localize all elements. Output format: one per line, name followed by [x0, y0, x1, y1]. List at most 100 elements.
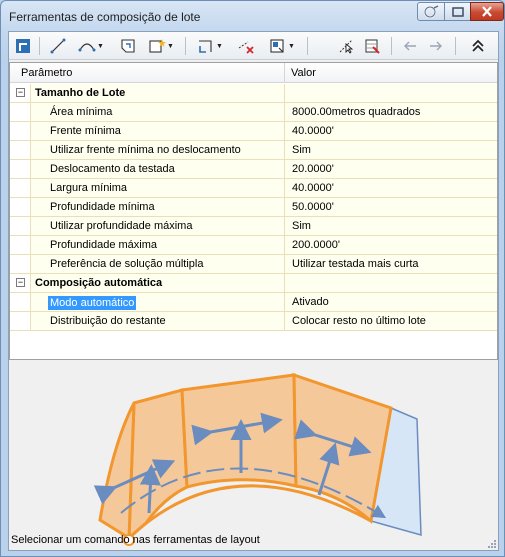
property-label: Preferência de solução múltipla	[50, 258, 204, 270]
maximize-icon	[451, 6, 464, 17]
toolbar-separator	[39, 37, 40, 55]
column-divider[interactable]	[284, 63, 285, 83]
property-value-cell[interactable]: Sim	[284, 217, 497, 235]
property-value-cell[interactable]: Sim	[284, 141, 497, 159]
lot-layout-diagram	[93, 372, 422, 546]
edit-parcel-dropdown-button[interactable]: ▼	[265, 36, 299, 56]
property-value[interactable]: 40.0000'	[292, 182, 334, 194]
property-row[interactable]: Frente mínima 40.0000'	[10, 122, 497, 141]
property-label-cell: Área mínima	[30, 103, 284, 121]
row-gutter: −	[10, 84, 30, 102]
row-gutter	[10, 236, 30, 254]
column-header-parameter[interactable]: Parâmetro	[21, 67, 72, 79]
property-label-cell: Profundidade mínima	[30, 198, 284, 216]
row-gutter	[10, 141, 30, 159]
property-value[interactable]: 40.0000'	[292, 125, 334, 137]
pick-subentity-button[interactable]	[335, 36, 357, 56]
collapse-panel-button[interactable]	[467, 36, 489, 56]
property-value[interactable]: Ativado	[292, 296, 329, 308]
property-value-cell[interactable]: Colocar resto no último lote	[284, 312, 497, 330]
property-value-cell[interactable]: 50.0000'	[284, 198, 497, 216]
row-gutter	[10, 198, 30, 216]
parcel-edit-icon	[270, 39, 284, 53]
property-row[interactable]: Deslocamento da testada 20.0000'	[10, 160, 497, 179]
collapse-toggle-icon[interactable]: −	[16, 278, 25, 287]
property-value-cell[interactable]: 40.0000'	[284, 179, 497, 197]
property-value-cell[interactable]: 200.0000'	[284, 236, 497, 254]
property-label: Utilizar frente mínima no deslocamento	[50, 144, 241, 156]
property-label: Deslocamento da testada	[50, 163, 175, 175]
parcel-star-icon	[149, 39, 167, 53]
lot-1-left	[98, 402, 136, 541]
add-vertex-dropdown-button[interactable]: ▼	[193, 36, 227, 56]
property-row[interactable]: Utilizar frente mínima no deslocamento Si…	[10, 141, 497, 160]
property-value-cell[interactable]: 40.0000'	[284, 122, 497, 140]
property-row[interactable]: Preferência de solução múltipla Utilizar …	[10, 255, 497, 274]
redo-button[interactable]	[425, 36, 447, 56]
lot-frontage-icon	[16, 39, 30, 53]
close-icon	[482, 6, 492, 17]
category-value-cell	[284, 84, 497, 102]
status-text: Selecionar um comando nas ferramentas de…	[11, 534, 260, 546]
chevron-down-icon: ▼	[167, 42, 174, 50]
property-label: Distribuição do restante	[50, 315, 166, 327]
property-label: Profundidade mínima	[50, 201, 155, 213]
slide-line-create-button[interactable]	[47, 36, 69, 56]
property-label-cell: Modo automático	[30, 293, 284, 311]
delete-vertex-button[interactable]	[235, 36, 257, 56]
slide-angle-dropdown-button[interactable]: ▼	[75, 36, 107, 56]
property-row-selected[interactable]: Modo automático Ativado	[10, 293, 497, 312]
property-value-cell[interactable]: Ativado	[284, 293, 497, 311]
property-value-cell[interactable]: Utilizar testada mais curta	[284, 255, 497, 273]
row-gutter	[10, 179, 30, 197]
free-form-create-button[interactable]	[117, 36, 139, 56]
close-button[interactable]	[470, 2, 504, 21]
maximize-button[interactable]	[444, 2, 471, 21]
property-row[interactable]: Profundidade máxima 200.0000'	[10, 236, 497, 255]
property-label-cell: Deslocamento da testada	[30, 160, 284, 178]
collapse-toggle-icon[interactable]: −	[16, 88, 25, 97]
chevron-down-icon: ▼	[97, 42, 104, 50]
property-row[interactable]: Distribuição do restante Colocar resto no…	[10, 312, 497, 331]
property-value[interactable]: 8000.00metros quadrados	[292, 106, 420, 118]
redo-arrow-icon	[430, 41, 442, 51]
property-value[interactable]: Sim	[292, 220, 311, 232]
property-value[interactable]: 50.0000'	[292, 201, 334, 213]
parcel-style-dropdown-button[interactable]: ▼	[145, 36, 177, 56]
row-gutter	[10, 160, 30, 178]
property-row[interactable]: Utilizar profundidade máxima Sim	[10, 217, 497, 236]
property-value[interactable]: 20.0000'	[292, 163, 334, 175]
preview-illustration-panel	[9, 363, 498, 549]
line-icon	[50, 38, 66, 54]
subentity-editor-button[interactable]	[361, 36, 383, 56]
property-value-cell[interactable]: 20.0000'	[284, 160, 497, 178]
category-title: Composição automática	[35, 277, 163, 289]
depth-arrow	[139, 464, 161, 514]
property-label-cell: Utilizar frente mínima no deslocamento	[30, 141, 284, 159]
category-row-composicao-automatica[interactable]: − Composição automática	[10, 274, 497, 293]
property-row[interactable]: Profundidade mínima 50.0000'	[10, 198, 497, 217]
parameter-grid: Parâmetro Valor − Tamanho de Lote Área m…	[9, 62, 498, 360]
category-label: Composição automática	[30, 274, 284, 292]
property-value[interactable]: Colocar resto no último lote	[292, 315, 426, 327]
property-row[interactable]: Área mínima 8000.00metros quadrados	[10, 103, 497, 122]
property-label: Utilizar profundidade máxima	[50, 220, 193, 232]
double-chevron-up-icon	[472, 39, 484, 52]
property-value[interactable]: Utilizar testada mais curta	[292, 258, 419, 270]
prototype-tool-button[interactable]	[13, 36, 33, 56]
row-gutter	[10, 103, 30, 121]
vertex-delete-icon	[238, 41, 254, 54]
title-bar: Ferramentas de composição de lote	[1, 1, 504, 31]
property-value[interactable]: Sim	[292, 144, 311, 156]
help-button[interactable]	[417, 2, 445, 21]
property-value[interactable]: 200.0000'	[292, 239, 340, 251]
undo-button[interactable]	[399, 36, 421, 56]
category-row-tamanho-de-lote[interactable]: − Tamanho de Lote	[10, 84, 497, 103]
property-label: Profundidade máxima	[50, 239, 158, 251]
lot-2	[180, 373, 298, 489]
property-row[interactable]: Largura mínima 40.0000'	[10, 179, 497, 198]
column-header-value[interactable]: Valor	[291, 67, 316, 79]
property-value-cell[interactable]: 8000.00metros quadrados	[284, 103, 497, 121]
row-gutter	[10, 293, 30, 311]
resize-grip-icon[interactable]	[486, 538, 496, 548]
